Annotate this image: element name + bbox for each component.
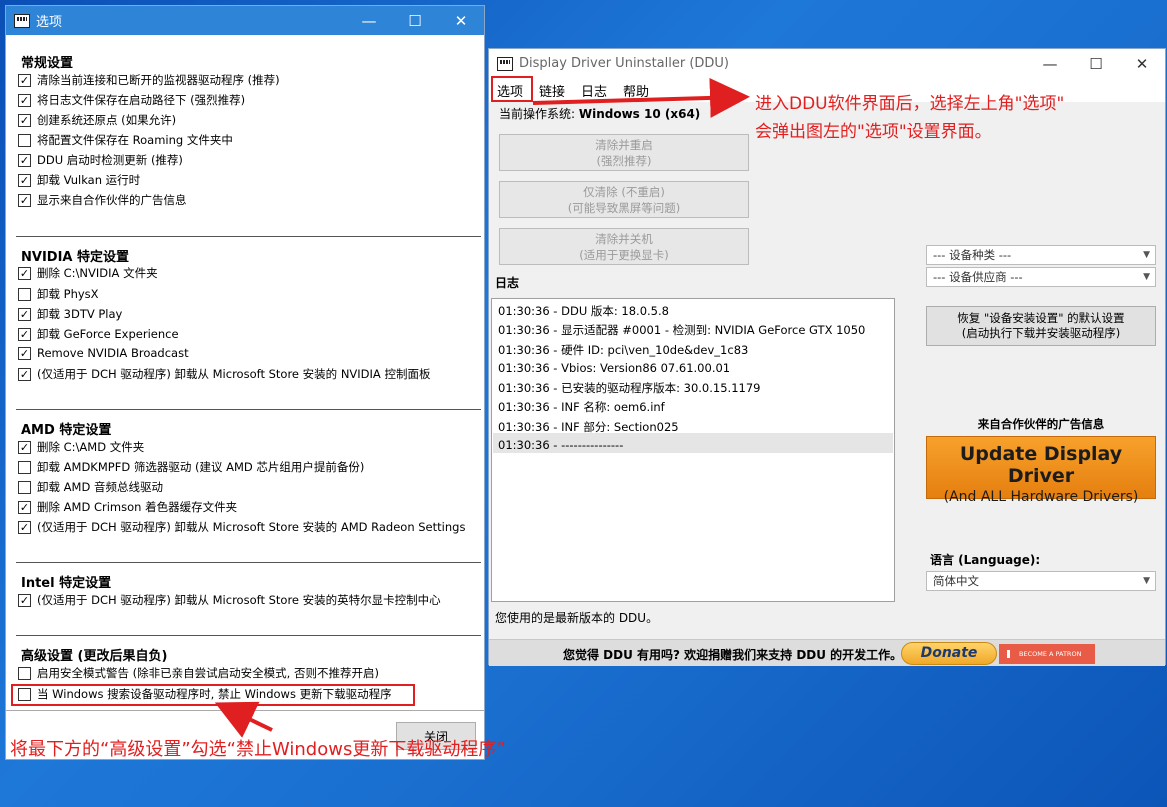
arrow-to-advanced-option bbox=[214, 701, 273, 738]
annotation-bottom: 将最下方的“高级设置”勾选“禁止Windows更新下载驱动程序” bbox=[10, 739, 506, 760]
annotation-top-line2: 会弹出图左的"选项"设置界面。 bbox=[755, 122, 992, 142]
annotation-top-line1: 进入DDU软件界面后，选择左上角"选项" bbox=[755, 94, 1065, 114]
arrow-to-options-menu bbox=[532, 77, 750, 118]
annotation-arrows bbox=[214, 77, 750, 738]
